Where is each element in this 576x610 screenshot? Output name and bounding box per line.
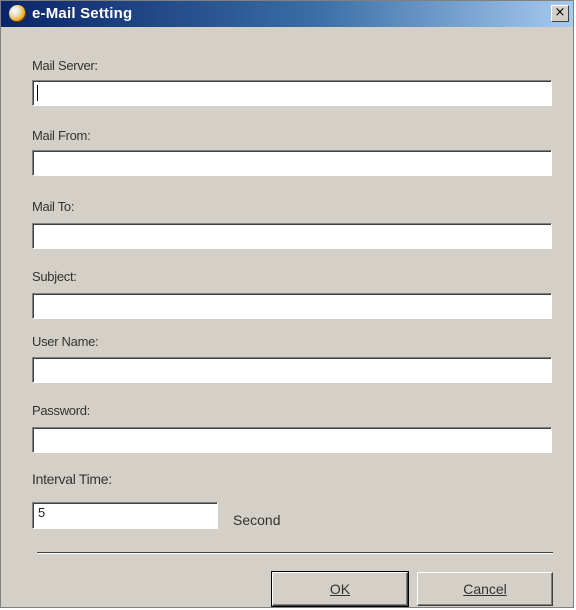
mail-to-input[interactable] — [32, 223, 552, 249]
password-label: Password: — [32, 403, 90, 418]
mail-from-input[interactable] — [32, 150, 552, 176]
close-icon: × — [554, 5, 566, 20]
separator — [37, 552, 553, 554]
mail-server-input[interactable] — [32, 80, 552, 106]
user-name-label: User Name: — [32, 334, 99, 349]
cancel-button[interactable]: Cancel — [417, 572, 553, 606]
window-title: e-Mail Setting — [32, 5, 133, 22]
mail-to-label: Mail To: — [32, 199, 75, 214]
email-setting-dialog: e-Mail Setting × Mail Server: Mail From:… — [0, 0, 574, 608]
title-bar[interactable]: e-Mail Setting × — [1, 1, 573, 27]
user-name-input[interactable] — [32, 357, 552, 383]
text-caret — [37, 85, 38, 101]
cancel-button-label: Cancel — [463, 581, 507, 597]
interval-time-input[interactable]: 5 — [32, 502, 218, 529]
close-button[interactable]: × — [551, 5, 569, 22]
interval-unit-label: Second — [233, 512, 281, 528]
interval-time-value: 5 — [38, 505, 46, 520]
password-input[interactable] — [32, 427, 552, 453]
app-globe-icon — [9, 5, 26, 22]
subject-label: Subject: — [32, 269, 77, 284]
interval-time-label: Interval Time: — [32, 471, 112, 487]
mail-server-label: Mail Server: — [32, 58, 98, 73]
ok-button-label: OK — [329, 581, 351, 597]
ok-button[interactable]: OK — [271, 571, 409, 607]
subject-input[interactable] — [32, 293, 552, 319]
mail-from-label: Mail From: — [32, 128, 91, 143]
